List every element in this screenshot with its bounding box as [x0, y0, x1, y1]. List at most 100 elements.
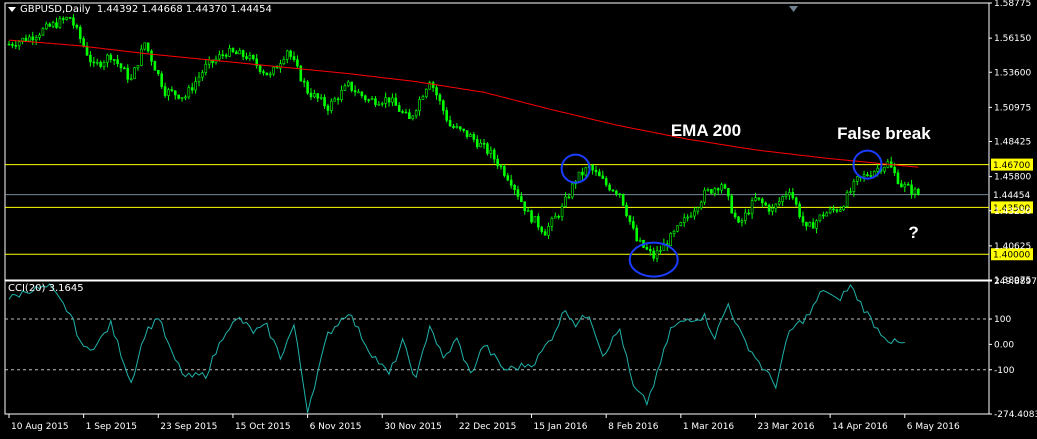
candle-body [140, 48, 143, 66]
candle-body [720, 184, 723, 191]
candle-body [893, 166, 896, 174]
candle-body [713, 188, 717, 194]
candle-body [296, 59, 299, 67]
candle-body [611, 189, 615, 192]
candle-body [598, 171, 601, 177]
candle-body [744, 212, 747, 221]
ema-200-line [8, 39, 919, 168]
candle-body [913, 188, 917, 195]
candle-body [733, 212, 737, 218]
candle-body [252, 54, 255, 60]
candle-body [248, 54, 252, 59]
candle-body [367, 99, 370, 101]
candle-body [316, 93, 320, 99]
candle-body [452, 125, 455, 128]
candle-body [89, 54, 92, 63]
candle-body [265, 72, 269, 76]
candle-body [526, 210, 530, 212]
candle-body [472, 134, 476, 140]
candle-body [245, 56, 248, 59]
candle-body [903, 184, 907, 188]
candle-body [543, 231, 547, 236]
candle-body [55, 22, 58, 28]
candle-body [699, 201, 703, 209]
candle-body [696, 207, 700, 212]
candle-body [187, 87, 191, 98]
candle-body [842, 206, 846, 210]
price-tick-label-1: 1.56150 [994, 34, 1031, 44]
candle-body [570, 183, 574, 198]
candle-body [764, 202, 767, 206]
candle-body [85, 45, 89, 56]
candle-body [621, 193, 625, 206]
candle-body [686, 216, 689, 219]
candle-body [716, 188, 720, 191]
candle-body [710, 189, 713, 194]
candle-body [849, 191, 852, 193]
cci-tick-label-0: 249.8897 [994, 277, 1037, 287]
candle-body [442, 100, 445, 111]
candle-body [34, 37, 38, 41]
candle-body [48, 23, 52, 27]
candle-body [235, 51, 238, 55]
candle-body [119, 63, 123, 69]
candle-body [197, 76, 201, 82]
candle-body [604, 178, 608, 186]
candle-body [679, 222, 683, 226]
candle-body [370, 98, 374, 101]
candle-body [302, 80, 306, 83]
candle-body [51, 22, 55, 27]
candle-body [862, 174, 866, 178]
candle-body [489, 149, 493, 154]
candle-body [173, 90, 177, 96]
candle-body [815, 220, 818, 229]
candle-body [577, 171, 581, 182]
candle-body [143, 42, 147, 50]
candle-body [336, 98, 340, 101]
candle-body [618, 193, 622, 196]
candle-body [411, 115, 415, 120]
candle-body [11, 43, 14, 46]
candle-body [258, 65, 262, 72]
candle-body [632, 221, 635, 229]
candle-body [292, 56, 296, 61]
candle-body [659, 250, 662, 252]
candle-body [431, 82, 435, 88]
cci-tick-label-2: 0.00 [994, 340, 1014, 350]
candle-body [82, 38, 85, 47]
candle-body [648, 248, 652, 252]
candle-body [550, 217, 554, 227]
candle-body [625, 205, 628, 217]
candle-body [835, 209, 839, 212]
candle-body [567, 196, 571, 199]
date-label-3: 15 Oct 2015 [235, 422, 291, 432]
candle-body [326, 105, 330, 111]
candle-body [781, 196, 784, 202]
price-tick-label-6: 1.43250 [994, 207, 1031, 217]
candle-body [357, 91, 360, 94]
candle-body [560, 206, 564, 218]
annotation-2: ? [908, 222, 919, 242]
chart-shift-marker-icon [789, 6, 798, 12]
candle-body [170, 89, 174, 92]
candle-body [45, 23, 48, 30]
candle-body [207, 59, 211, 65]
annotation-1: False break [837, 123, 931, 143]
candle-body [523, 201, 527, 212]
date-label-5: 30 Nov 2015 [384, 422, 442, 432]
candle-body [682, 217, 686, 223]
candle-body [116, 59, 119, 65]
candle-body [313, 93, 316, 98]
candle-body [706, 189, 710, 191]
cci-line [8, 283, 905, 414]
chart-canvas: 1.467001.435001.400001.444541.587751.561… [4, 0, 1037, 432]
price-tick-label-0: 1.58775 [994, 0, 1031, 9]
main-chart-title: GBPUSD,Daily 1.44392 1.44668 1.44370 1.4… [8, 4, 272, 15]
candle-body [306, 81, 309, 94]
candle-body [855, 176, 859, 182]
candle-body [496, 158, 499, 167]
cci-plot-frame [4, 280, 990, 415]
chart-menu-triangle-icon[interactable] [8, 6, 16, 12]
candle-body [65, 17, 68, 20]
candle-body [14, 45, 18, 47]
